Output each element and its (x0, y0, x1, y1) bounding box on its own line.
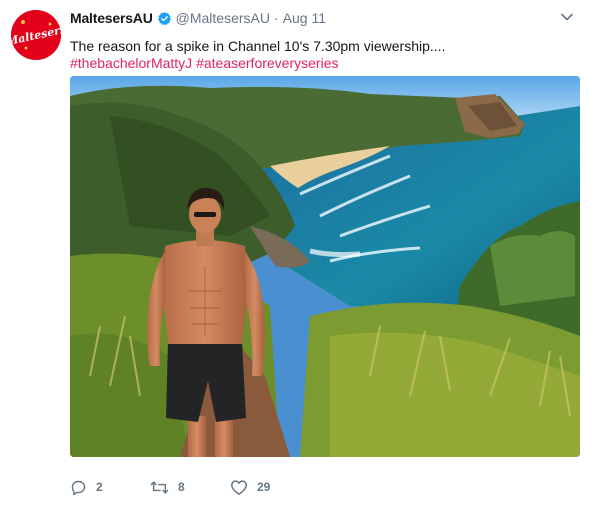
verified-badge-icon (157, 11, 171, 25)
tweet-text: The reason for a spike in Channel 10's 7… (70, 38, 580, 72)
hashtag-link[interactable]: #thebachelorMattyJ (70, 55, 192, 71)
tweet-header: MaltesersAU @MaltesersAU · Aug 11 (70, 9, 326, 27)
reply-count: 2 (96, 480, 103, 494)
display-name[interactable]: MaltesersAU (70, 10, 153, 26)
handle[interactable]: @MaltesersAU (176, 10, 270, 26)
tweet-date[interactable]: Aug 11 (283, 10, 326, 26)
retweet-action[interactable]: 8 (150, 479, 230, 496)
tweet-photo[interactable] (70, 76, 580, 457)
maltesers-logo: Maltesers (11, 10, 61, 60)
photo-scene (70, 76, 580, 457)
retweet-icon (150, 480, 169, 494)
heart-icon (231, 479, 247, 495)
tweet-actions: 2 8 29 (70, 478, 270, 496)
hashtag-line: #thebachelorMattyJ #ateaserforeveryserie… (70, 55, 580, 72)
like-action[interactable]: 29 (230, 479, 270, 496)
chevron-down-icon[interactable] (560, 10, 574, 24)
avatar[interactable]: Maltesers (11, 10, 61, 60)
retweet-count: 8 (178, 480, 185, 494)
reply-action[interactable]: 2 (70, 479, 150, 496)
hashtag-link[interactable]: #ateaserforeveryseries (196, 55, 338, 71)
tweet-body: The reason for a spike in Channel 10's 7… (70, 38, 446, 54)
tweet[interactable]: Maltesers MaltesersAU @MaltesersAU · Aug… (0, 0, 591, 508)
reply-icon (71, 480, 86, 495)
separator-dot: · (273, 10, 279, 26)
like-count: 29 (257, 480, 271, 494)
